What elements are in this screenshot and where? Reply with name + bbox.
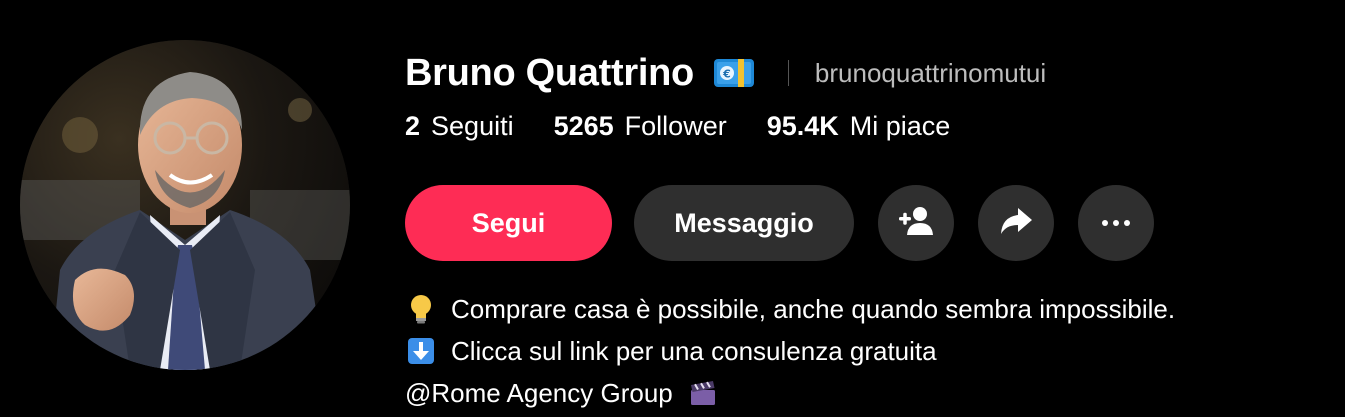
more-button[interactable] bbox=[1078, 185, 1154, 261]
bio-text: Clicca sul link per una consulenza gratu… bbox=[451, 336, 937, 366]
followers-label: Follower bbox=[624, 111, 727, 141]
bio: Comprare casa è possibile, anche quando … bbox=[405, 288, 1345, 414]
followers-count: 5265 bbox=[553, 111, 614, 141]
divider bbox=[787, 60, 789, 86]
bio-text: Comprare casa è possibile, anche quando … bbox=[451, 294, 1176, 324]
bio-line: @Rome Agency Group bbox=[405, 372, 1345, 414]
follow-button[interactable]: Segui bbox=[405, 185, 612, 261]
stat-likes: 95.4K Mi piace bbox=[767, 111, 951, 142]
stats-row: 2 Seguiti 5265 Follower 95.4K Mi piace bbox=[405, 111, 1345, 159]
username: brunoquattrinomutui bbox=[814, 57, 1047, 88]
likes-count: 95.4K bbox=[766, 111, 839, 141]
following-count: 2 bbox=[405, 111, 421, 141]
name-row: Bruno Quattrino € brunoquattrinomutui bbox=[405, 45, 1345, 101]
stat-followers[interactable]: 5265 Follower bbox=[554, 111, 727, 142]
add-friend-button[interactable] bbox=[878, 185, 954, 261]
clapper-board-icon bbox=[687, 377, 719, 409]
more-icon bbox=[1101, 214, 1131, 232]
stat-following[interactable]: 2 Seguiti bbox=[405, 111, 514, 142]
message-button[interactable]: Messaggio bbox=[634, 185, 854, 261]
light-bulb-icon bbox=[405, 293, 437, 325]
share-button[interactable] bbox=[978, 185, 1054, 261]
add-friend-icon bbox=[896, 205, 936, 242]
display-name: Bruno Quattrino bbox=[405, 51, 694, 94]
following-label: Seguiti bbox=[431, 111, 514, 141]
bio-line: Comprare casa è possibile, anche quando … bbox=[405, 288, 1345, 330]
profile-info: Bruno Quattrino € brunoquattrinomutui 2 … bbox=[405, 45, 1345, 414]
avatar[interactable] bbox=[20, 40, 350, 370]
actions-row: Segui Messaggio bbox=[405, 185, 1345, 261]
down-arrow-icon bbox=[405, 335, 437, 367]
profile-photo bbox=[20, 40, 350, 370]
bio-line: Clicca sul link per una consulenza gratu… bbox=[405, 330, 1345, 372]
euro-banknote-icon: € bbox=[712, 55, 756, 91]
likes-label: Mi piace bbox=[849, 111, 951, 141]
share-icon bbox=[998, 205, 1034, 242]
svg-text:€: € bbox=[722, 68, 731, 81]
bio-text: @Rome Agency Group bbox=[405, 378, 673, 408]
